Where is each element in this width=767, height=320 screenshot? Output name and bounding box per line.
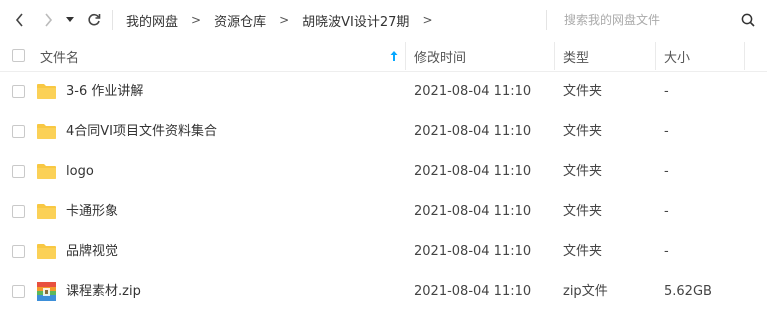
- file-name[interactable]: 品牌视觉: [66, 232, 118, 272]
- breadcrumb: 我的网盘 > 资源仓库 > 胡晓波VI设计27期 >: [126, 0, 446, 40]
- file-size: -: [664, 164, 669, 179]
- breadcrumb-separator: >: [279, 13, 290, 27]
- column-header-name[interactable]: 文件名: [40, 40, 79, 72]
- back-button[interactable]: [8, 8, 32, 32]
- history-dropdown-button[interactable]: [62, 8, 78, 32]
- search-box: [546, 8, 762, 32]
- file-row[interactable]: logo 2021-08-04 11:10 文件夹 -: [0, 152, 767, 192]
- folder-icon: [37, 244, 56, 259]
- refresh-button[interactable]: [82, 8, 106, 32]
- file-type: 文件夹: [563, 124, 603, 139]
- row-checkbox[interactable]: [12, 165, 25, 178]
- file-size: -: [664, 84, 669, 99]
- column-divider[interactable]: [554, 42, 555, 70]
- breadcrumb-item-resource-repo[interactable]: 资源仓库: [214, 11, 266, 30]
- sort-ascending-icon[interactable]: [389, 50, 399, 62]
- file-name[interactable]: 卡通形象: [66, 192, 118, 232]
- column-header-type[interactable]: 类型: [563, 40, 589, 72]
- select-all-checkbox[interactable]: [12, 49, 25, 62]
- file-modified-time: 2021-08-04 11:10: [414, 164, 532, 179]
- refresh-icon: [88, 13, 101, 26]
- zip-archive-icon: [37, 282, 56, 301]
- folder-icon: [37, 164, 56, 179]
- breadcrumb-item-my-drive[interactable]: 我的网盘: [126, 11, 178, 30]
- file-size: -: [664, 204, 669, 219]
- file-modified-time: 2021-08-04 11:10: [414, 124, 532, 139]
- folder-icon: [37, 84, 56, 99]
- breadcrumb-separator: >: [191, 13, 202, 27]
- row-checkbox[interactable]: [12, 125, 25, 138]
- file-name[interactable]: 课程素材.zip: [66, 272, 141, 312]
- row-checkbox[interactable]: [12, 285, 25, 298]
- file-modified-time: 2021-08-04 11:10: [414, 84, 532, 99]
- search-input[interactable]: [546, 8, 726, 32]
- column-header-size[interactable]: 大小: [664, 40, 690, 72]
- breadcrumb-separator: >: [422, 13, 433, 27]
- chevron-left-icon: [15, 13, 23, 27]
- file-name[interactable]: 4合同VI项目文件资料集合: [66, 112, 217, 152]
- search-button[interactable]: [738, 10, 758, 30]
- row-checkbox[interactable]: [12, 245, 25, 258]
- column-divider[interactable]: [405, 42, 406, 70]
- toolbar-divider: [112, 10, 113, 30]
- column-divider[interactable]: [744, 42, 745, 70]
- chevron-right-icon: [45, 13, 53, 27]
- file-row[interactable]: 卡通形象 2021-08-04 11:10 文件夹 -: [0, 192, 767, 232]
- file-modified-time: 2021-08-04 11:10: [414, 244, 532, 259]
- file-type: 文件夹: [563, 84, 603, 99]
- breadcrumb-item-current-folder[interactable]: 胡晓波VI设计27期: [302, 11, 409, 30]
- file-list-header: 文件名 修改时间 类型 大小: [0, 40, 767, 72]
- column-header-modified[interactable]: 修改时间: [414, 40, 466, 72]
- file-name[interactable]: logo: [66, 152, 94, 192]
- file-size: 5.62GB: [664, 284, 712, 299]
- column-divider[interactable]: [655, 42, 656, 70]
- file-row[interactable]: 品牌视觉 2021-08-04 11:10 文件夹 -: [0, 232, 767, 272]
- row-checkbox[interactable]: [12, 205, 25, 218]
- row-checkbox[interactable]: [12, 85, 25, 98]
- folder-icon: [37, 124, 56, 139]
- file-type: 文件夹: [563, 204, 603, 219]
- file-size: -: [664, 124, 669, 139]
- search-icon: [741, 13, 755, 27]
- file-size: -: [664, 244, 669, 259]
- file-modified-time: 2021-08-04 11:10: [414, 284, 532, 299]
- file-row[interactable]: 课程素材.zip 2021-08-04 11:10 zip文件 5.62GB: [0, 272, 767, 312]
- folder-icon: [37, 204, 56, 219]
- caret-down-icon: [66, 17, 74, 22]
- file-row[interactable]: 4合同VI项目文件资料集合 2021-08-04 11:10 文件夹 -: [0, 112, 767, 152]
- file-type: 文件夹: [563, 164, 603, 179]
- file-row[interactable]: 3-6 作业讲解 2021-08-04 11:10 文件夹 -: [0, 72, 767, 112]
- toolbar: 我的网盘 > 资源仓库 > 胡晓波VI设计27期 >: [0, 0, 767, 40]
- file-modified-time: 2021-08-04 11:10: [414, 204, 532, 219]
- file-type: 文件夹: [563, 244, 603, 259]
- forward-button[interactable]: [36, 8, 60, 32]
- file-type: zip文件: [563, 284, 608, 299]
- file-name[interactable]: 3-6 作业讲解: [66, 72, 143, 112]
